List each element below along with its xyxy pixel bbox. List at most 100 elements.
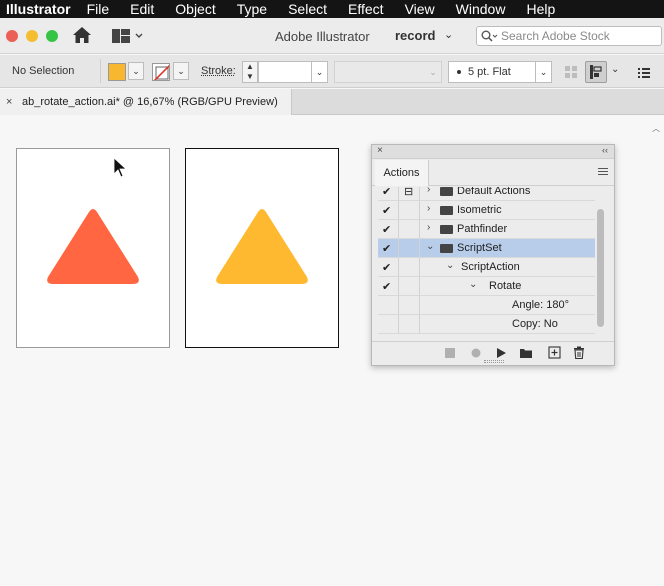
menu-view[interactable]: View bbox=[405, 1, 435, 17]
stroke-swatch[interactable] bbox=[152, 63, 170, 81]
workspace-switcher[interactable]: record bbox=[395, 28, 435, 43]
disclosure-arrow-icon[interactable]: › bbox=[427, 203, 430, 214]
actions-scrollbar[interactable] bbox=[596, 189, 606, 337]
menu-file[interactable]: File bbox=[87, 1, 110, 17]
selection-status: No Selection bbox=[12, 65, 75, 77]
stroke-weight-field[interactable]: ⌄ bbox=[258, 61, 328, 83]
record-icon[interactable] bbox=[470, 347, 482, 359]
new-set-folder-icon[interactable] bbox=[519, 347, 533, 359]
app-menu[interactable]: Illustrator bbox=[6, 1, 71, 17]
disclosure-arrow-icon[interactable]: ⌄ bbox=[469, 279, 477, 290]
action-set-label: ScriptSet bbox=[457, 242, 502, 254]
menu-edit[interactable]: Edit bbox=[130, 1, 154, 17]
check-icon[interactable]: ✔ bbox=[382, 187, 391, 198]
zoom-window-button[interactable] bbox=[46, 30, 58, 42]
folder-icon bbox=[440, 187, 453, 196]
actions-list: ✔ ⊟ › Default Actions ✔ › Isometric ✔ › … bbox=[378, 187, 595, 339]
menu-help[interactable]: Help bbox=[526, 1, 555, 17]
disclosure-arrow-icon[interactable]: › bbox=[427, 222, 430, 233]
folder-icon bbox=[440, 206, 453, 215]
actions-panel: × ‹‹ Actions ✔ ⊟ › Default Actions ✔ › I… bbox=[371, 144, 615, 366]
close-panel-icon[interactable]: × bbox=[377, 145, 383, 156]
chevron-down-icon: ⌄ bbox=[429, 67, 437, 77]
stroke-dropdown[interactable]: ⌄ bbox=[173, 62, 189, 80]
check-icon[interactable]: ✔ bbox=[382, 242, 391, 255]
dot-icon bbox=[457, 70, 461, 74]
menu-object[interactable]: Object bbox=[175, 1, 215, 17]
command-row[interactable]: ✔ ⌄ Rotate bbox=[378, 277, 595, 296]
dialog-toggle-icon[interactable]: ⊟ bbox=[404, 187, 413, 198]
chevron-down-icon[interactable]: ⌄ bbox=[444, 28, 453, 41]
command-detail-row[interactable]: Angle: 180° bbox=[378, 296, 595, 315]
cursor-arrow-icon bbox=[113, 157, 128, 178]
scrollbar-thumb[interactable] bbox=[597, 209, 604, 327]
chevron-down-icon[interactable]: ⌄ bbox=[535, 62, 551, 82]
stop-icon[interactable] bbox=[444, 347, 456, 359]
action-set-label: Isometric bbox=[457, 204, 502, 216]
document-tab-title: ab_rotate_action.ai* @ 16,67% (RGB/GPU P… bbox=[22, 96, 278, 108]
arrange-documents-icon[interactable] bbox=[112, 28, 144, 49]
action-set-row-selected[interactable]: ✔ ⌄ ScriptSet bbox=[378, 239, 595, 258]
tab-actions[interactable]: Actions bbox=[375, 160, 429, 186]
check-icon[interactable]: ✔ bbox=[382, 280, 391, 293]
command-detail-label: Angle: 180° bbox=[512, 299, 569, 311]
menu-window[interactable]: Window bbox=[456, 1, 506, 17]
stroke-weight-stepper[interactable]: ▲ ▼ bbox=[242, 61, 258, 83]
control-bar: No Selection ⌄ ⌄ Stroke: ▲ ▼ ⌄ ⌄ 5 pt. Fl… bbox=[0, 55, 664, 88]
arrange-icon[interactable] bbox=[585, 61, 607, 83]
stock-search-input[interactable]: Search Adobe Stock bbox=[476, 26, 662, 46]
close-tab-icon[interactable]: × bbox=[6, 89, 12, 115]
menu-select[interactable]: Select bbox=[288, 1, 327, 17]
chevron-down-icon[interactable]: ⌄ bbox=[611, 64, 619, 75]
chevron-up-icon[interactable]: ︿ bbox=[652, 123, 660, 134]
chevron-down-icon[interactable]: ⌄ bbox=[311, 62, 327, 82]
orange-triangle-shape[interactable] bbox=[17, 149, 169, 347]
minimize-window-button[interactable] bbox=[26, 30, 38, 42]
fill-swatch[interactable] bbox=[108, 63, 126, 81]
home-icon[interactable] bbox=[72, 26, 92, 49]
action-set-label: Pathfinder bbox=[457, 223, 508, 235]
brush-definition-dropdown[interactable]: 5 pt. Flat ⌄ bbox=[448, 61, 552, 83]
search-icon bbox=[481, 30, 498, 42]
stroke-label[interactable]: Stroke: bbox=[201, 65, 236, 77]
command-label: Rotate bbox=[489, 280, 522, 292]
play-icon[interactable] bbox=[495, 347, 507, 359]
check-icon[interactable]: ✔ bbox=[382, 261, 391, 274]
align-grid-icon[interactable] bbox=[560, 61, 582, 83]
panel-menu-icon[interactable] bbox=[598, 168, 608, 177]
trash-icon[interactable] bbox=[573, 346, 585, 359]
disclosure-arrow-icon[interactable]: ⌄ bbox=[426, 241, 434, 252]
artboard-1[interactable] bbox=[16, 148, 170, 348]
menu-effect[interactable]: Effect bbox=[348, 1, 384, 17]
list-menu-icon[interactable] bbox=[633, 61, 655, 83]
collapse-panel-icon[interactable]: ‹‹ bbox=[602, 145, 608, 155]
check-icon[interactable]: ✔ bbox=[382, 223, 391, 236]
panel-tab-row: Actions bbox=[372, 160, 614, 186]
close-window-button[interactable] bbox=[6, 30, 18, 42]
app-title: Adobe Illustrator bbox=[275, 29, 370, 44]
command-detail-label: Copy: No bbox=[512, 318, 558, 330]
action-set-row[interactable]: ✔ › Pathfinder bbox=[378, 220, 595, 239]
menu-bar: Illustrator File Edit Object Type Select… bbox=[0, 0, 664, 18]
document-tab[interactable]: × ab_rotate_action.ai* @ 16,67% (RGB/GPU… bbox=[0, 89, 292, 115]
folder-icon bbox=[440, 225, 453, 234]
variable-width-profile: ⌄ bbox=[334, 61, 442, 83]
artboard-2[interactable] bbox=[185, 148, 339, 348]
resize-grip[interactable] bbox=[484, 360, 504, 363]
search-placeholder: Search Adobe Stock bbox=[501, 29, 610, 43]
check-icon[interactable]: ✔ bbox=[382, 204, 391, 217]
action-set-row[interactable]: ✔ › Isometric bbox=[378, 201, 595, 220]
command-detail-row[interactable]: Copy: No bbox=[378, 315, 595, 334]
application-bar: Adobe Illustrator record ⌄ Search Adobe … bbox=[0, 18, 664, 54]
document-tab-bar: × ab_rotate_action.ai* @ 16,67% (RGB/GPU… bbox=[0, 89, 664, 115]
new-action-icon[interactable] bbox=[548, 346, 561, 359]
disclosure-arrow-icon[interactable]: ⌄ bbox=[446, 260, 454, 271]
action-row[interactable]: ✔ ⌄ ScriptAction bbox=[378, 258, 595, 277]
folder-icon bbox=[440, 244, 453, 253]
fill-dropdown[interactable]: ⌄ bbox=[128, 62, 144, 80]
yellow-triangle-shape[interactable] bbox=[186, 149, 338, 347]
disclosure-arrow-icon[interactable]: › bbox=[427, 187, 430, 195]
action-set-row[interactable]: ✔ ⊟ › Default Actions bbox=[378, 187, 595, 201]
menu-type[interactable]: Type bbox=[237, 1, 267, 17]
panel-titlebar[interactable]: × ‹‹ bbox=[372, 145, 614, 159]
